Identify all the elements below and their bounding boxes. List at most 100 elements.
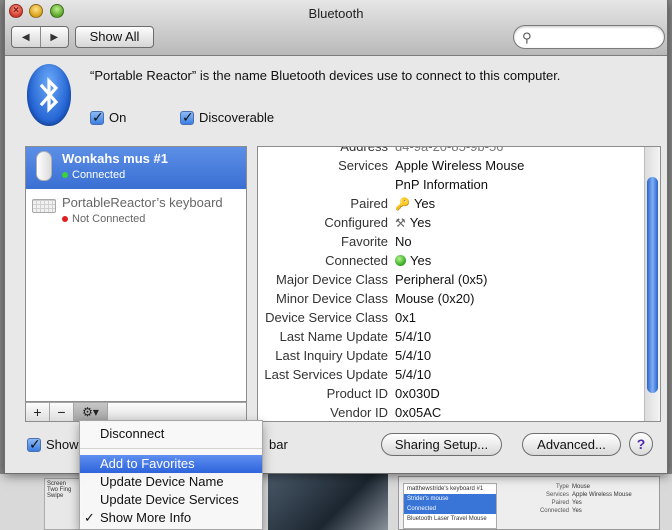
detail-value: No bbox=[395, 234, 412, 249]
keyboard-icon bbox=[32, 199, 56, 213]
menu-item-label: Disconnect bbox=[100, 426, 165, 441]
search-input[interactable] bbox=[536, 29, 660, 45]
device-name: PortableReactor’s keyboard bbox=[62, 195, 223, 210]
discoverable-checkbox-label: Discoverable bbox=[199, 110, 275, 125]
detail-value: 0x1 bbox=[395, 310, 416, 325]
detail-value: Yes bbox=[410, 253, 432, 268]
tools-icon: ⚒ bbox=[395, 215, 406, 230]
device-details-panel[interactable]: Address d4-9a-20-85-9b-56 Services Apple… bbox=[257, 146, 661, 422]
help-button[interactable]: ? bbox=[629, 432, 653, 456]
detail-row: PnP Information bbox=[258, 177, 638, 196]
detail-key: Services bbox=[338, 158, 388, 173]
detail-row: Vendor ID 0x05AC bbox=[258, 405, 638, 421]
key-icon: 🔑 bbox=[395, 196, 410, 211]
device-status: Not Connected bbox=[62, 213, 145, 225]
help-icon: ? bbox=[636, 436, 646, 452]
forward-button[interactable]: ▶ bbox=[39, 27, 69, 47]
bg-kv-key: Type bbox=[555, 484, 569, 490]
detail-value: 0x05AC bbox=[395, 405, 442, 420]
bg-kv-key: Paired bbox=[551, 500, 569, 506]
menu-item-add-to-favorites[interactable]: Add to Favorites bbox=[80, 455, 262, 473]
bg-list-item: matthewstride's keyboard #1 bbox=[407, 486, 484, 492]
detail-key: Major Device Class bbox=[276, 272, 388, 287]
back-button[interactable]: ◀ bbox=[12, 27, 40, 47]
detail-value: Yes bbox=[409, 215, 431, 230]
detail-key: Paired bbox=[350, 196, 388, 211]
details-scrollbar[interactable] bbox=[644, 147, 660, 421]
title-bar: × Bluetooth ◀ ▶ Show All ⚲ bbox=[5, 0, 667, 56]
gear-icon: ⚙▾ bbox=[82, 405, 99, 419]
detail-value: Apple Wireless Mouse bbox=[395, 158, 525, 173]
device-list: Wonkahs mus #1 Connected PortableReactor… bbox=[25, 146, 247, 402]
menu-item-update-device-services[interactable]: Update Device Services bbox=[80, 491, 262, 509]
back-arrow-icon: ◀ bbox=[21, 31, 30, 43]
menu-item-label: Show More Info bbox=[100, 510, 192, 525]
detail-key: Device Service Class bbox=[265, 310, 388, 325]
search-field[interactable]: ⚲ bbox=[513, 25, 665, 49]
connected-status-dot-icon bbox=[62, 172, 68, 178]
forward-arrow-icon: ▶ bbox=[50, 31, 59, 43]
detail-value: 5/4/10 bbox=[395, 367, 432, 382]
checkbox-checked-icon bbox=[90, 109, 104, 126]
menu-separator bbox=[80, 448, 262, 449]
detail-value-wrap: Yes bbox=[395, 253, 431, 268]
green-ball-icon bbox=[395, 255, 406, 266]
detail-row: Device Service Class 0x1 bbox=[258, 310, 638, 329]
scrollbar-thumb[interactable] bbox=[647, 177, 658, 393]
menu-item-update-device-name[interactable]: Update Device Name bbox=[80, 473, 262, 491]
menu-item-show-more-info[interactable]: ✓ Show More Info bbox=[80, 509, 262, 527]
device-item-wonkahs-mouse[interactable]: Wonkahs mus #1 Connected bbox=[26, 147, 246, 189]
device-status-label: Connected bbox=[72, 169, 126, 181]
background-photo bbox=[268, 474, 388, 530]
computer-name-description: “Portable Reactor” is the name Bluetooth… bbox=[90, 68, 561, 83]
detail-row: Product ID 0x030D bbox=[258, 386, 638, 405]
detail-row: Paired 🔑 Yes bbox=[258, 196, 638, 215]
window-title: Bluetooth bbox=[308, 6, 364, 21]
detail-key: Product ID bbox=[326, 386, 388, 401]
detail-row: Connected Yes bbox=[258, 253, 638, 272]
bluetooth-window: × Bluetooth ◀ ▶ Show All ⚲ “Portable Rea… bbox=[4, 0, 668, 474]
bg-list-item: Strider's mouse bbox=[404, 494, 496, 504]
detail-key: Last Inquiry Update bbox=[275, 348, 388, 363]
detail-row: Favorite No bbox=[258, 234, 638, 253]
show-in-menu-bar-checkbox[interactable]: Show bbox=[27, 436, 79, 453]
on-checkbox[interactable]: On bbox=[90, 109, 126, 126]
detail-value: 5/4/10 bbox=[395, 348, 432, 363]
bg-device-list: matthewstride's keyboard #1 Strider's mo… bbox=[403, 483, 497, 529]
detail-row: Last Name Update 5/4/10 bbox=[258, 329, 638, 348]
menu-item-label: Add to Favorites bbox=[100, 456, 195, 471]
detail-key: Configured bbox=[324, 215, 388, 230]
detail-key: Vendor ID bbox=[330, 405, 388, 420]
device-item-keyboard[interactable]: PortableReactor’s keyboard Not Connected bbox=[26, 191, 246, 233]
mouse-icon bbox=[36, 151, 52, 181]
detail-value: Peripheral (0x5) bbox=[395, 272, 488, 287]
bg-kv-value: Yes bbox=[572, 500, 582, 506]
detail-key: Address bbox=[340, 146, 388, 154]
detail-row: Configured ⚒ Yes bbox=[258, 215, 638, 234]
menu-item-disconnect[interactable]: Disconnect bbox=[80, 425, 262, 443]
add-device-button[interactable]: + bbox=[26, 403, 50, 421]
show-checkbox-label-tail: bar bbox=[269, 437, 288, 452]
show-all-button[interactable]: Show All bbox=[75, 26, 154, 48]
gear-menu-button[interactable]: ⚙▾ bbox=[74, 403, 108, 421]
detail-value: d4-9a-20-85-9b-56 bbox=[395, 146, 504, 154]
detail-value: 0x030D bbox=[395, 386, 440, 401]
detail-row: Last Inquiry Update 5/4/10 bbox=[258, 348, 638, 367]
device-name: Wonkahs mus #1 bbox=[62, 151, 168, 166]
search-icon: ⚲ bbox=[522, 30, 532, 45]
detail-row: Last Services Update 5/4/10 bbox=[258, 367, 638, 386]
device-list-toolbar: + − ⚙▾ bbox=[25, 402, 247, 422]
bg-kv-value: Mouse bbox=[572, 484, 591, 490]
background-window-left: Screen Two Fing Swipe bbox=[44, 478, 84, 530]
checkbox-checked-icon bbox=[180, 109, 194, 126]
menu-item-label: Update Device Services bbox=[100, 492, 239, 507]
sharing-setup-button[interactable]: Sharing Setup... bbox=[381, 433, 502, 456]
remove-device-button[interactable]: − bbox=[50, 403, 74, 421]
bg-kv-value: Yes bbox=[572, 508, 582, 514]
advanced-button[interactable]: Advanced... bbox=[522, 433, 621, 456]
checkbox-checked-icon bbox=[27, 436, 41, 453]
bg-kv-value: Apple Wireless Mouse bbox=[572, 492, 632, 498]
detail-row: Major Device Class Peripheral (0x5) bbox=[258, 272, 638, 291]
detail-row: Minor Device Class Mouse (0x20) bbox=[258, 291, 638, 310]
discoverable-checkbox[interactable]: Discoverable bbox=[180, 109, 275, 126]
